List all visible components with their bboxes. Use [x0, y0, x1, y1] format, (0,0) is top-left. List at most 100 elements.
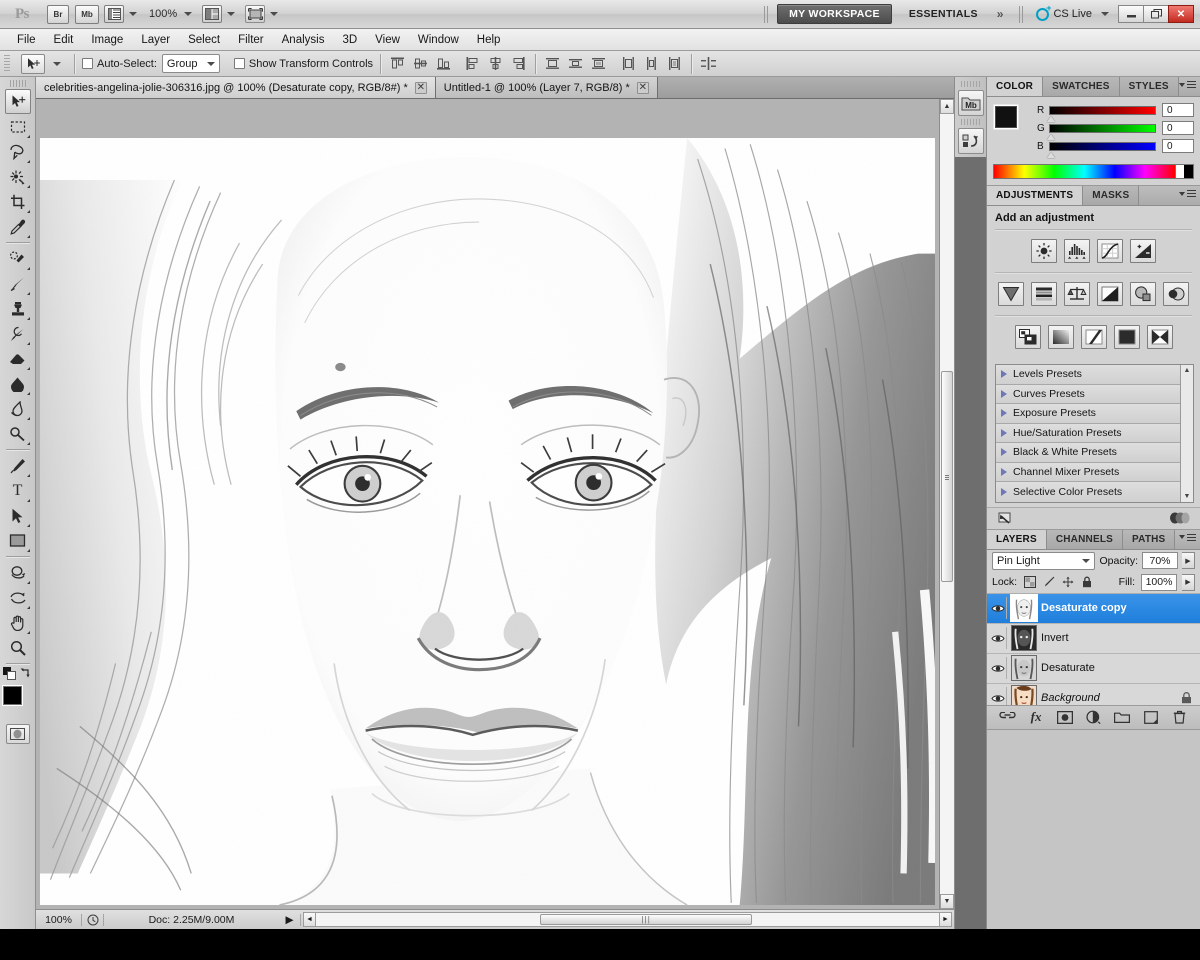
layer-row-invert[interactable]: Invert	[987, 624, 1200, 654]
opacity-stepper[interactable]: ▶	[1182, 552, 1195, 569]
foreground-color-swatch[interactable]	[3, 686, 22, 705]
toolbox-grip[interactable]	[10, 80, 26, 87]
new-group-icon[interactable]	[1113, 708, 1131, 726]
timing-icon[interactable]	[82, 914, 104, 926]
scroll-right-button[interactable]: ►	[939, 912, 952, 927]
menu-image[interactable]: Image	[82, 30, 132, 50]
fill-stepper[interactable]: ▶	[1182, 574, 1195, 591]
scroll-down-icon[interactable]: ▼	[1184, 493, 1191, 500]
document-image[interactable]	[40, 138, 935, 905]
tool-path-selection[interactable]	[5, 503, 31, 528]
gradient-map-icon[interactable]	[1114, 325, 1140, 349]
screen-mode-button[interactable]	[202, 5, 235, 23]
collapsed-dock-grip[interactable]	[961, 81, 981, 87]
levels-icon[interactable]	[1064, 239, 1090, 263]
menu-layer[interactable]: Layer	[132, 30, 179, 50]
presets-scrollbar[interactable]: ▲ ▼	[1180, 365, 1193, 502]
selective-color-icon[interactable]	[1147, 325, 1173, 349]
history-icon[interactable]	[958, 128, 984, 154]
lock-all-icon[interactable]	[1080, 575, 1094, 589]
return-to-adjustment-list-icon[interactable]	[997, 511, 1015, 526]
default-colors-icon[interactable]	[3, 667, 16, 680]
screen-mode-menu[interactable]	[245, 5, 278, 23]
tool-rectangular-marquee[interactable]	[5, 114, 31, 139]
white-swatch[interactable]	[1175, 165, 1184, 178]
preset-hue-saturation[interactable]: Hue/Saturation Presets	[996, 424, 1180, 444]
curves-icon[interactable]	[1097, 239, 1123, 263]
layer-thumbnail[interactable]	[1011, 685, 1037, 705]
black-and-white-icon[interactable]	[1097, 282, 1123, 306]
color-balance-icon[interactable]	[1064, 282, 1090, 306]
horizontal-scroll-thumb[interactable]: |||	[540, 914, 752, 925]
image-canvas[interactable]	[36, 99, 939, 909]
status-menu-arrow[interactable]: ▶	[279, 914, 301, 926]
menu-3d[interactable]: 3D	[333, 30, 366, 50]
tool-dodge[interactable]	[5, 421, 31, 446]
3d-mode-icon[interactable]	[699, 54, 718, 73]
tool-blur[interactable]	[5, 396, 31, 421]
close-icon[interactable]: ✕	[637, 82, 649, 94]
auto-select-dropdown[interactable]: Group	[162, 54, 220, 73]
distribute-horizontal-centers-icon[interactable]	[642, 54, 661, 73]
new-layer-icon[interactable]	[1142, 708, 1160, 726]
tool-crop[interactable]	[5, 189, 31, 214]
layer-name[interactable]: Desaturate copy	[1041, 602, 1200, 614]
preset-curves[interactable]: Curves Presets	[996, 385, 1180, 405]
fill-value[interactable]: 100%	[1141, 574, 1177, 591]
tool-eraser[interactable]	[5, 346, 31, 371]
lock-transparent-pixels-icon[interactable]	[1023, 575, 1037, 589]
layer-thumbnail[interactable]	[1011, 595, 1037, 621]
foreground-color-swatch[interactable]	[995, 106, 1017, 128]
align-right-edges-icon[interactable]	[509, 54, 528, 73]
tool-history-brush[interactable]	[5, 321, 31, 346]
tab-channels[interactable]: CHANNELS	[1047, 530, 1123, 549]
scroll-left-button[interactable]: ◄	[303, 912, 316, 927]
minimize-button[interactable]	[1118, 5, 1144, 23]
menu-select[interactable]: Select	[179, 30, 229, 50]
blend-mode-dropdown[interactable]: Pin Light	[992, 552, 1095, 570]
green-value-field[interactable]: 0	[1162, 121, 1194, 135]
document-tab-angelina[interactable]: celebrities-angelina-jolie-306316.jpg @ …	[36, 77, 436, 98]
tool-eyedropper[interactable]	[5, 214, 31, 239]
workspace-tab-essentials[interactable]: ESSENTIALS	[898, 4, 989, 24]
tool-hand[interactable]	[5, 610, 31, 635]
tool-gradient[interactable]	[5, 371, 31, 396]
color-spectrum-ramp[interactable]	[993, 164, 1194, 179]
align-horizontal-centers-icon[interactable]	[486, 54, 505, 73]
exposure-icon[interactable]	[1130, 239, 1156, 263]
workspace-tab-my-workspace[interactable]: MY WORKSPACE	[777, 4, 892, 24]
tool-zoom[interactable]	[5, 635, 31, 660]
red-value-field[interactable]: 0	[1162, 103, 1194, 117]
color-swatches[interactable]	[3, 686, 33, 716]
canvas-vertical-scrollbar[interactable]: ▲ ▼	[939, 99, 954, 909]
menu-help[interactable]: Help	[468, 30, 510, 50]
layer-name[interactable]: Desaturate	[1041, 662, 1200, 674]
close-icon[interactable]: ✕	[415, 82, 427, 94]
tab-layers[interactable]: LAYERS	[987, 530, 1047, 549]
layer-thumbnail[interactable]	[1011, 625, 1037, 651]
vertical-scroll-thumb[interactable]	[941, 371, 953, 582]
align-top-edges-icon[interactable]	[388, 54, 407, 73]
new-adjustment-layer-icon[interactable]	[1084, 708, 1102, 726]
black-swatch[interactable]	[1184, 165, 1193, 178]
invert-icon[interactable]	[1015, 325, 1041, 349]
scroll-down-button[interactable]: ▼	[940, 894, 954, 909]
switch-colors-icon[interactable]	[19, 667, 32, 680]
green-slider-track[interactable]	[1049, 124, 1156, 133]
spectrum-gradient[interactable]	[994, 165, 1175, 178]
launch-mini-bridge-button[interactable]: Mb	[75, 5, 99, 24]
distribute-bottom-edges-icon[interactable]	[589, 54, 608, 73]
tool-move[interactable]	[5, 89, 31, 114]
channel-mixer-icon[interactable]	[1163, 282, 1189, 306]
tool-spot-healing-brush[interactable]	[5, 246, 31, 271]
workspace-more-button[interactable]: »	[997, 7, 1004, 21]
quick-mask-mode-button[interactable]	[6, 724, 30, 744]
layer-visibility-toggle[interactable]	[990, 657, 1007, 679]
preset-black-and-white[interactable]: Black & White Presets	[996, 443, 1180, 463]
menu-filter[interactable]: Filter	[229, 30, 273, 50]
zoom-level-caret[interactable]	[184, 12, 192, 16]
add-layer-mask-icon[interactable]	[1056, 708, 1074, 726]
tab-color[interactable]: COLOR	[987, 77, 1043, 96]
lock-image-pixels-icon[interactable]	[1042, 575, 1056, 589]
layer-name[interactable]: Background	[1041, 692, 1174, 704]
